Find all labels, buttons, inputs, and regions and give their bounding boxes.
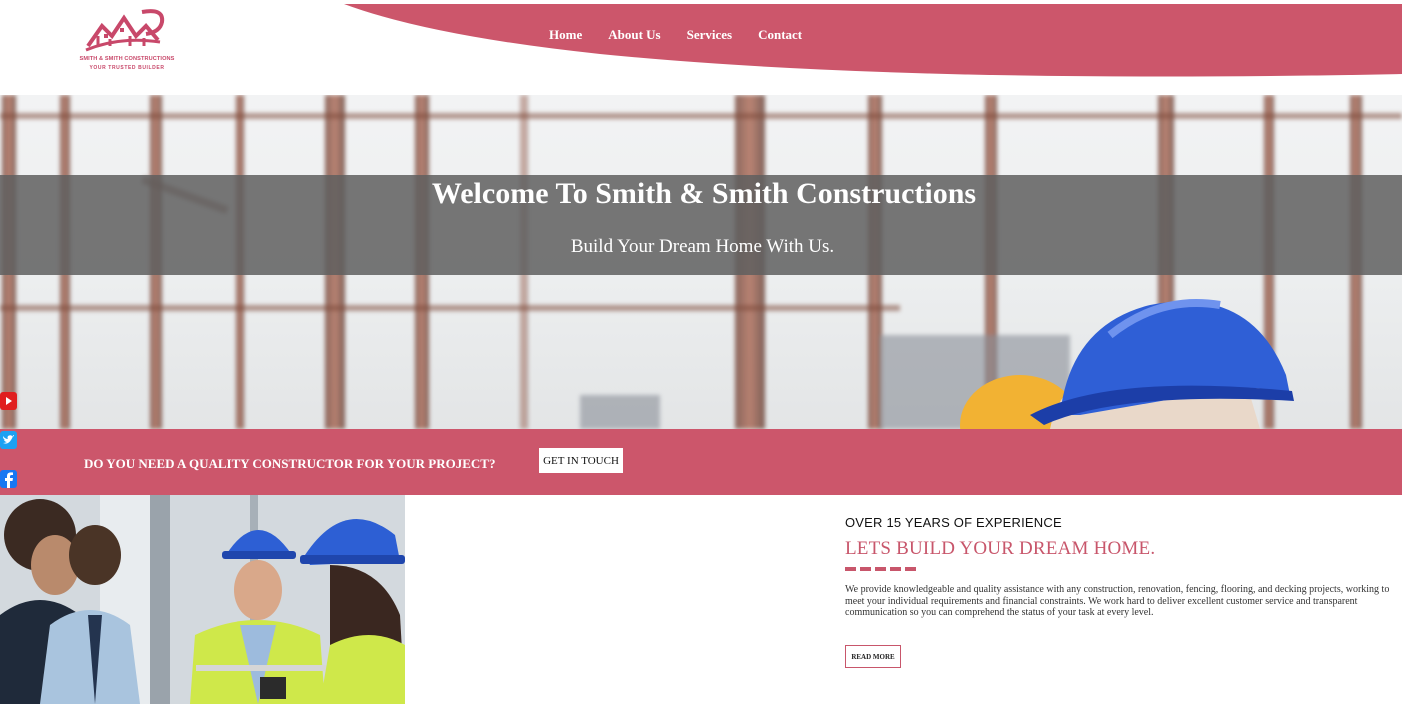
site-header: SMITH & SMITH CONSTRUCTIONS YOUR TRUSTED…	[0, 0, 1402, 95]
scaffold-beam	[0, 113, 1402, 119]
logo-company-name: SMITH & SMITH CONSTRUCTIONS	[79, 56, 175, 62]
facebook-link[interactable]	[0, 469, 17, 489]
main-navigation: Home About Us Services Contact	[549, 27, 828, 43]
hero-banner: Welcome To Smith & Smith Constructions B…	[0, 95, 1402, 429]
divider-dash	[845, 567, 856, 571]
get-in-touch-button[interactable]: GET IN TOUCH	[539, 448, 623, 473]
twitter-icon	[0, 431, 17, 449]
scaffold-beam	[0, 305, 900, 311]
nav-contact[interactable]: Contact	[758, 27, 802, 43]
background-building	[580, 395, 660, 429]
hero-title: Welcome To Smith & Smith Constructions	[431, 177, 977, 210]
company-logo[interactable]: SMITH & SMITH CONSTRUCTIONS YOUR TRUSTED…	[76, 6, 178, 71]
headline-divider	[845, 567, 916, 571]
divider-dash	[875, 567, 886, 571]
nav-background-swoosh	[344, 4, 1402, 77]
divider-dash	[860, 567, 871, 571]
nav-about-us[interactable]: About Us	[608, 27, 660, 43]
divider-dash	[905, 567, 916, 571]
divider-dash	[890, 567, 901, 571]
youtube-icon	[0, 392, 17, 410]
logo-tagline: YOUR TRUSTED BUILDER	[89, 65, 165, 71]
youtube-link[interactable]	[0, 391, 17, 411]
logo-houses-icon	[85, 9, 165, 52]
worker-hardhat-image	[960, 299, 1294, 429]
cta-question: DO YOU NEED A QUALITY CONSTRUCTOR FOR YO…	[84, 456, 496, 471]
nav-services[interactable]: Services	[687, 27, 732, 43]
about-description: We provide knowledgeable and quality ass…	[845, 584, 1390, 618]
construction-team-illustration	[0, 495, 405, 704]
facebook-icon	[0, 470, 17, 488]
experience-kicker: OVER 15 YEARS OF EXPERIENCE	[845, 515, 1062, 530]
about-headline: LETS BUILD YOUR DREAM HOME.	[845, 538, 1156, 559]
read-more-button[interactable]: READ MORE	[845, 645, 901, 668]
cta-band: DO YOU NEED A QUALITY CONSTRUCTOR FOR YO…	[0, 429, 1402, 495]
team-meeting-image	[0, 495, 405, 704]
nav-home[interactable]: Home	[549, 27, 582, 43]
twitter-link[interactable]	[0, 430, 17, 450]
hero-subtitle: Build Your Dream Home With Us.	[570, 236, 835, 257]
